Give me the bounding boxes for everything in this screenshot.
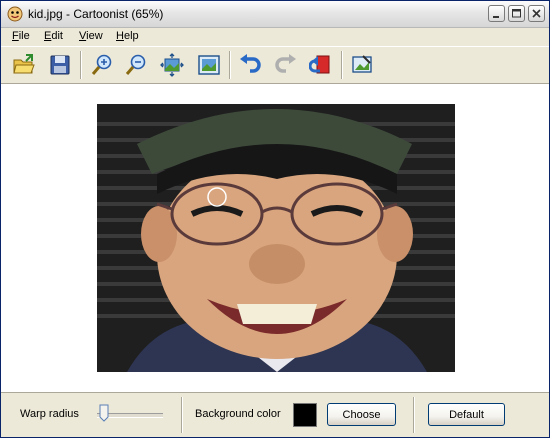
save-icon [50, 55, 70, 75]
actual-size-button[interactable] [194, 50, 224, 80]
export-image-icon [352, 55, 372, 73]
photo-kid[interactable] [97, 104, 455, 372]
default-button[interactable]: Default [428, 403, 505, 426]
minimize-button[interactable] [488, 5, 505, 22]
close-icon [532, 9, 541, 18]
actual-size-icon [198, 55, 220, 75]
zoom-in-button[interactable] [87, 50, 117, 80]
control-panel: Warp radius Background color Choose Defa… [1, 392, 549, 437]
cartoon-face-icon [7, 6, 23, 22]
maximize-icon [512, 9, 521, 18]
background-color-swatch[interactable] [293, 403, 317, 427]
panel-separator [413, 397, 415, 433]
image-canvas[interactable] [1, 84, 549, 392]
window-title: kid.jpg - Cartoonist (65%) [28, 7, 164, 21]
background-color-label: Background color [195, 408, 281, 420]
menu-view[interactable]: View [79, 30, 103, 42]
panel-separator [181, 397, 183, 433]
menu-bar: File Edit View Help [1, 28, 549, 46]
fit-to-window-button[interactable] [157, 50, 187, 80]
menu-file[interactable]: File [12, 30, 30, 42]
title-bar[interactable]: kid.jpg - Cartoonist (65%) [1, 1, 549, 28]
close-button[interactable] [528, 5, 545, 22]
undo-icon [240, 54, 261, 73]
toolbar-separator [341, 51, 343, 79]
reset-icon [309, 55, 330, 74]
menu-edit[interactable]: Edit [44, 30, 63, 42]
menu-help[interactable]: Help [116, 30, 139, 42]
toolbar-separator [80, 51, 82, 79]
app-window: kid.jpg - Cartoonist (65%) File Edit Vie… [0, 0, 550, 438]
toolbar [1, 46, 549, 84]
open-button[interactable] [9, 50, 39, 80]
open-folder-icon [13, 54, 35, 74]
zoom-out-icon [125, 54, 146, 75]
maximize-button[interactable] [508, 5, 525, 22]
warp-radius-slider-thumb[interactable] [99, 404, 109, 422]
choose-color-button[interactable]: Choose [327, 403, 396, 426]
portrait-image [97, 104, 455, 372]
redo-icon [275, 54, 296, 73]
export-image-button[interactable] [347, 50, 377, 80]
zoom-out-button[interactable] [121, 50, 151, 80]
warp-radius-label: Warp radius [20, 408, 79, 420]
fit-to-window-icon [160, 53, 184, 77]
save-button[interactable] [45, 50, 75, 80]
redo-button[interactable] [271, 50, 301, 80]
undo-button[interactable] [235, 50, 265, 80]
minimize-icon [493, 16, 499, 18]
toolbar-separator [229, 51, 231, 79]
reset-button[interactable] [306, 50, 336, 80]
zoom-in-icon [91, 54, 112, 75]
